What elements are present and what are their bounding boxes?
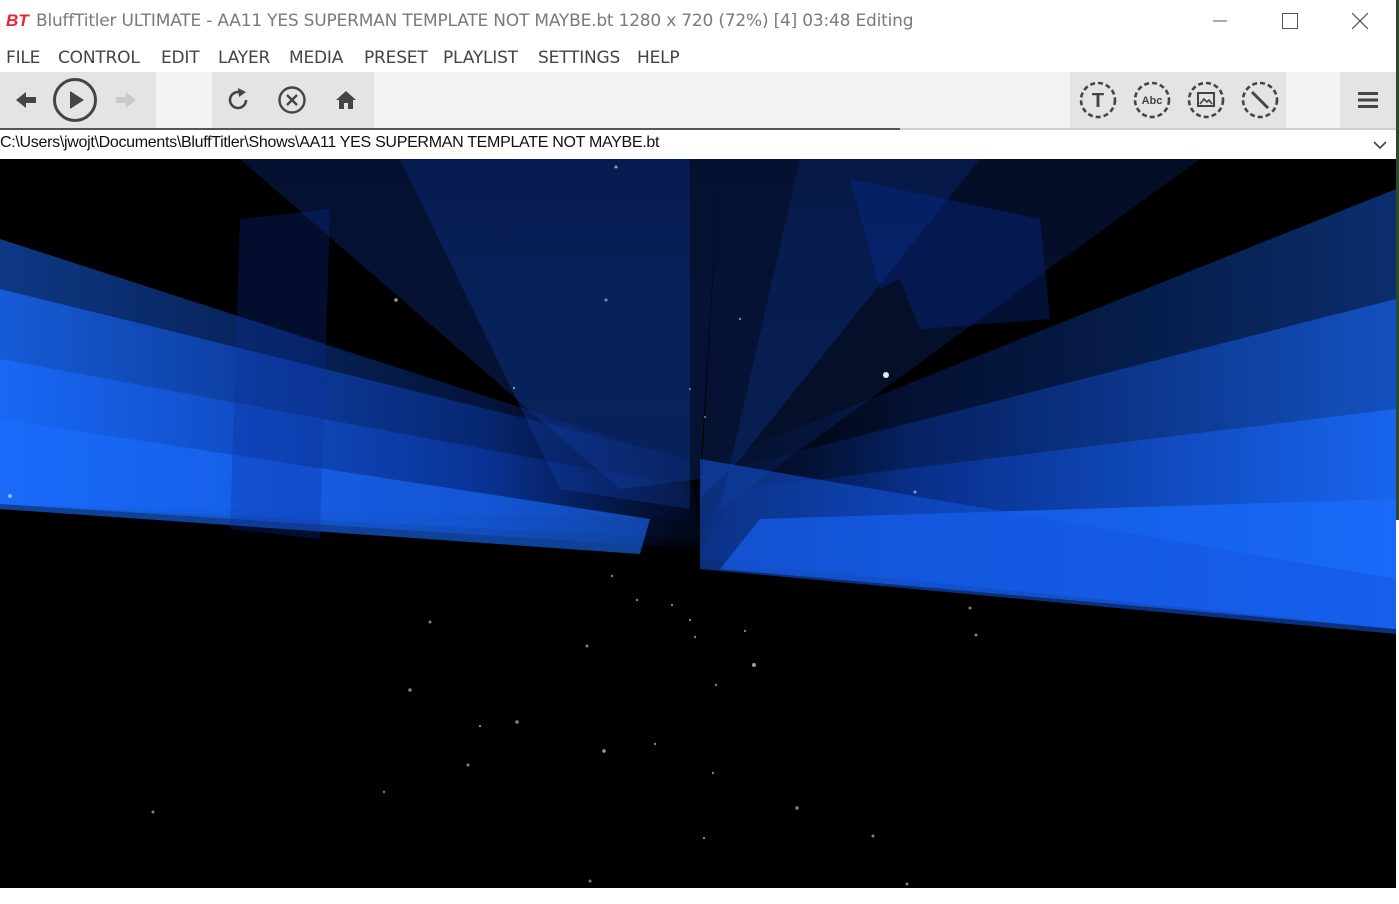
window-title: BluffTitler ULTIMATE - AA11 YES SUPERMAN… <box>36 11 914 31</box>
refresh-button[interactable] <box>218 80 258 120</box>
close-button[interactable] <box>1326 0 1394 42</box>
minimize-button[interactable] <box>1186 0 1254 42</box>
svg-text:Abc: Abc <box>1142 95 1163 107</box>
play-button[interactable] <box>52 77 98 123</box>
previous-button[interactable] <box>6 80 46 120</box>
cancel-button[interactable] <box>272 80 312 120</box>
hamburger-menu-icon <box>1358 92 1378 108</box>
title-bar: BT BluffTitler ULTIMATE - AA11 YES SUPER… <box>0 0 1399 42</box>
cancel-icon <box>278 86 306 114</box>
playback-group <box>0 72 156 128</box>
minimize-icon <box>1213 20 1227 22</box>
menu-media[interactable]: MEDIA <box>289 48 343 68</box>
text-layer-icon: T <box>1079 81 1117 119</box>
arrow-left-icon <box>16 92 36 108</box>
arrow-right-icon <box>116 92 136 108</box>
chevron-down-icon[interactable] <box>1370 137 1390 153</box>
file-path-text: C:\Users\jwojt\Documents\BluffTitler\Sho… <box>0 134 660 151</box>
play-icon <box>53 78 97 122</box>
add-line-layer-button[interactable] <box>1240 80 1280 120</box>
abc-layer-icon: Abc <box>1133 81 1171 119</box>
menu-control[interactable]: CONTROL <box>58 48 140 68</box>
svg-text:BT: BT <box>6 11 30 30</box>
preview-render <box>0 159 1396 888</box>
refresh-icon <box>228 88 248 110</box>
toolbar: T Abc <box>0 72 1396 128</box>
window-bottom-edge <box>0 888 1399 904</box>
menu-edit[interactable]: EDIT <box>161 48 200 68</box>
home-button[interactable] <box>326 80 366 120</box>
add-picture-layer-button[interactable] <box>1186 80 1226 120</box>
next-button[interactable] <box>106 80 146 120</box>
add-abc-layer-button[interactable]: Abc <box>1132 80 1172 120</box>
main-menu-button[interactable] <box>1348 80 1388 120</box>
svg-text:T: T <box>1092 90 1104 112</box>
home-icon <box>336 91 356 109</box>
add-text-layer-button[interactable]: T <box>1078 80 1118 120</box>
close-icon <box>1352 13 1368 29</box>
app-logo-icon: BT <box>6 10 32 30</box>
menu-layer[interactable]: LAYER <box>218 48 270 68</box>
menu-help[interactable]: HELP <box>637 48 680 68</box>
main-menu-group <box>1340 72 1396 128</box>
file-path-combobox[interactable]: C:\Users\jwojt\Documents\BluffTitler\Sho… <box>0 128 1396 159</box>
layer-type-group: T Abc <box>1070 72 1286 128</box>
menu-preset[interactable]: PRESET <box>364 48 428 68</box>
menu-file[interactable]: FILE <box>6 48 40 68</box>
menu-settings[interactable]: SETTINGS <box>538 48 620 68</box>
picture-layer-icon <box>1187 81 1225 119</box>
line-layer-icon <box>1241 81 1279 119</box>
preview-viewport[interactable] <box>0 159 1396 888</box>
action-group <box>212 72 374 128</box>
path-divider <box>900 128 1396 130</box>
maximize-icon <box>1282 13 1298 29</box>
menu-bar: FILE CONTROL EDIT LAYER MEDIA PRESET PLA… <box>0 42 1396 72</box>
menu-playlist[interactable]: PLAYLIST <box>443 48 518 68</box>
maximize-button[interactable] <box>1256 0 1324 42</box>
